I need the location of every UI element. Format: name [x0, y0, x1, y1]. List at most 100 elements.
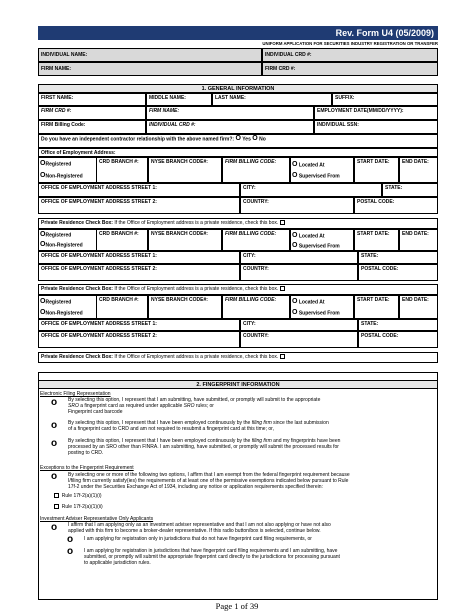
form-title: Rev. Form U4 (05/2009)	[335, 28, 434, 38]
office3-registered[interactable]: ORegistered	[40, 298, 71, 305]
option-3-text: By selecting this option, I represent th…	[68, 438, 341, 457]
end-date-field[interactable]: END DATE:	[399, 295, 438, 319]
office2-registered[interactable]: ORegistered	[40, 231, 71, 238]
private-residence-row-3: Private Residence Check Box: If the Offi…	[38, 352, 438, 363]
firm-name-field-2[interactable]: FIRM NAME:	[146, 106, 314, 120]
form-title-bar: Rev. Form U4 (05/2009)	[38, 26, 438, 40]
section-2-title: 2. FINGERPRINT INFORMATION	[38, 380, 438, 389]
option-1-radio[interactable]: o	[51, 397, 57, 408]
street1-field[interactable]: OFFICE OF EMPLOYMENT ADDRESS STREET 1:	[38, 183, 240, 197]
postal-code-field[interactable]: POSTAL CODE:	[358, 331, 438, 348]
exception-radio[interactable]: o	[51, 471, 57, 482]
country-field[interactable]: COUNTRY:	[240, 264, 358, 281]
employment-date-field[interactable]: EMPLOYMENT DATE(MM/DD/YYYY):	[314, 106, 438, 120]
country-field[interactable]: COUNTRY:	[240, 331, 358, 348]
office2-non-registered[interactable]: ONon-Registered	[40, 241, 83, 248]
private-residence-checkbox[interactable]	[279, 286, 285, 292]
postal-code-field[interactable]: POSTAL CODE:	[358, 264, 438, 281]
rule-1-checkbox[interactable]	[54, 493, 59, 499]
contractor-question: Do you have an independent contractor re…	[41, 136, 235, 143]
no-label: No	[259, 136, 266, 143]
postal-code-field[interactable]: POSTAL CODE:	[354, 197, 438, 214]
street1-field[interactable]: OFFICE OF EMPLOYMENT ADDRESS STREET 1:	[38, 319, 240, 331]
office1-supervised-from[interactable]: O Supervised From	[292, 172, 340, 179]
supervised-from-radio[interactable]: O	[292, 242, 297, 249]
crd-branch-field[interactable]: CRD BRANCH #:	[96, 229, 148, 251]
office1-located-at[interactable]: O Located At	[292, 161, 325, 168]
end-date-field[interactable]: END DATE:	[399, 229, 438, 251]
located-at-radio[interactable]: O	[292, 161, 297, 168]
private-residence-checkbox[interactable]	[279, 354, 285, 360]
barcode-label: Fingerprint card barcode	[68, 409, 123, 416]
option-2-text: By selecting this option, I represent th…	[68, 420, 329, 433]
state-field[interactable]: STATE:	[358, 251, 438, 264]
adviser-option-a-text: I am applying for registration only in j…	[84, 536, 312, 542]
no-radio[interactable]: O	[252, 135, 257, 142]
individual-ssn-field[interactable]: INDIVIDUAL SSN:	[314, 120, 438, 134]
crd-branch-field[interactable]: CRD BRANCH #:	[96, 157, 148, 183]
rule-2-checkbox[interactable]	[54, 504, 59, 510]
office1-registered[interactable]: ORegistered	[40, 160, 71, 167]
supervised-from-radio[interactable]: O	[292, 309, 297, 316]
state-field[interactable]: STATE:	[358, 319, 438, 331]
located-at-radio[interactable]: O	[292, 232, 297, 239]
last-name-field[interactable]: LAST NAME:	[212, 93, 332, 106]
rule-2-row[interactable]: Rule 17f-2(a)(1)(ii)	[54, 504, 103, 510]
rule-1-row[interactable]: Rule 17f-2(a)(1)(i)	[54, 493, 102, 499]
office3-supervised-from[interactable]: O Supervised From	[292, 309, 340, 316]
individual-crd-field[interactable]: INDIVIDUAL CRD #:	[262, 48, 438, 62]
individual-name-field[interactable]: INDIVIDUAL NAME:	[38, 48, 262, 62]
middle-name-field[interactable]: MIDDLE NAME:	[146, 93, 212, 106]
office2-supervised-from[interactable]: O Supervised From	[292, 242, 340, 249]
firm-name-field[interactable]: FIRM NAME:	[38, 62, 262, 76]
first-name-field[interactable]: FIRST NAME:	[38, 93, 146, 106]
yes-label: Yes	[242, 136, 251, 143]
form-subtitle: UNIFORM APPLICATION FOR SECURITIES INDUS…	[262, 41, 438, 46]
state-field[interactable]: STATE:	[382, 183, 438, 197]
option-1-text: By selecting this option, I represent th…	[68, 397, 321, 416]
supervised-from-radio[interactable]: O	[292, 172, 297, 179]
office1-non-registered[interactable]: ONon-Registered	[40, 172, 83, 179]
office3-non-registered[interactable]: ONon-Registered	[40, 309, 83, 316]
city-field[interactable]: CITY:	[240, 251, 358, 264]
located-at-radio[interactable]: O	[292, 298, 297, 305]
office-label: Office of Employment Address:	[38, 148, 438, 157]
street2-field[interactable]: OFFICE OF EMPLOYMENT ADDRESS STREET 2:	[38, 331, 240, 348]
start-date-field[interactable]: START DATE:	[354, 157, 399, 183]
end-date-field[interactable]: END DATE:	[399, 157, 438, 183]
city-field[interactable]: CITY:	[240, 183, 382, 197]
option-3-radio[interactable]: o	[51, 438, 57, 449]
start-date-field[interactable]: START DATE:	[354, 295, 399, 319]
firm-crd-field-2[interactable]: FIRM CRD #:	[38, 106, 146, 120]
adviser-text: I affirm that I am applying only as an i…	[68, 522, 331, 535]
private-residence-checkbox[interactable]	[279, 220, 285, 226]
street2-field[interactable]: OFFICE OF EMPLOYMENT ADDRESS STREET 2:	[38, 197, 240, 214]
nyse-branch-field[interactable]: NYSE BRANCH CODE#:	[148, 295, 222, 319]
office2-located-at[interactable]: O Located At	[292, 232, 325, 239]
option-2-radio[interactable]: o	[51, 420, 57, 431]
adviser-option-b-radio[interactable]: o	[67, 546, 73, 557]
firm-crd-field[interactable]: FIRM CRD #:	[262, 62, 438, 76]
section-1-title: 1. GENERAL INFORMATION	[38, 84, 438, 93]
street1-field[interactable]: OFFICE OF EMPLOYMENT ADDRESS STREET 1:	[38, 251, 240, 264]
adviser-checkbox[interactable]: o	[51, 522, 57, 533]
nyse-branch-field[interactable]: NYSE BRANCH CODE#:	[148, 229, 222, 251]
firm-billing-code-field-3[interactable]: FIRM BILLING CODE:	[222, 157, 290, 183]
firm-billing-code-field-5[interactable]: FIRM BILLING CODE:	[222, 295, 290, 319]
individual-crd-field-2[interactable]: INDIVIDUAL CRD #:	[146, 120, 314, 134]
country-field[interactable]: COUNTRY:	[240, 197, 354, 214]
office3-located-at[interactable]: O Located At	[292, 298, 325, 305]
start-date-field[interactable]: START DATE:	[354, 229, 399, 251]
suffix-field[interactable]: SUFFIX:	[332, 93, 438, 106]
street2-field[interactable]: OFFICE OF EMPLOYMENT ADDRESS STREET 2:	[38, 264, 240, 281]
firm-billing-code-field[interactable]: FIRM Billing Code:	[38, 120, 146, 134]
city-field[interactable]: CITY:	[240, 319, 358, 331]
private-residence-row-1: Private Residence Check Box: If the Offi…	[38, 218, 438, 229]
adviser-option-b-text: I am applying for registration in jurisd…	[84, 548, 340, 567]
nyse-branch-field[interactable]: NYSE BRANCH CODE#:	[148, 157, 222, 183]
contractor-question-row: Do you have an independent contractor re…	[38, 134, 438, 148]
adviser-option-a-radio[interactable]: o	[67, 534, 73, 545]
crd-branch-field[interactable]: CRD BRANCH #:	[96, 295, 148, 319]
firm-billing-code-field-4[interactable]: FIRM BILLING CODE:	[222, 229, 290, 251]
yes-radio[interactable]: O	[235, 135, 240, 142]
